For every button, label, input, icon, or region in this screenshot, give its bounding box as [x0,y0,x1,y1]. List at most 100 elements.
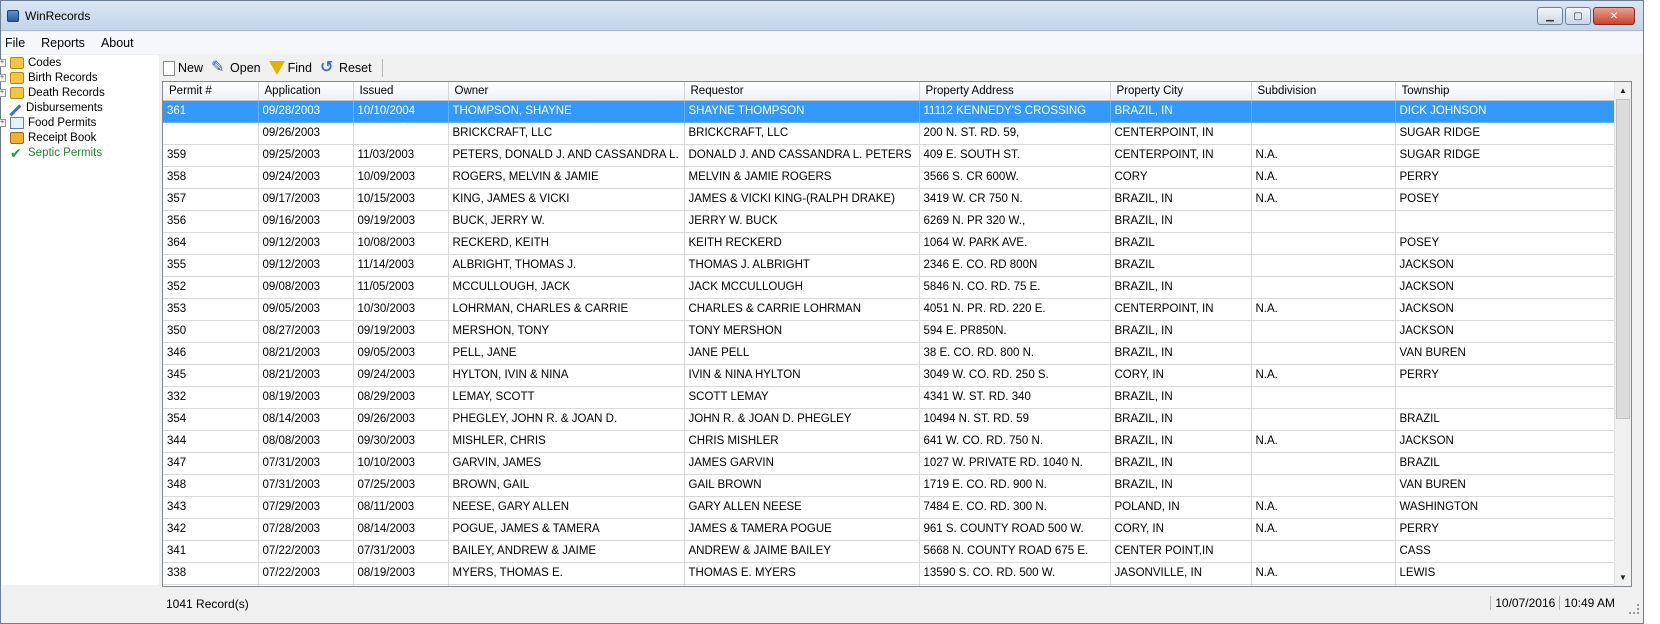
cell-property-city[interactable]: POLAND, IN [1110,496,1252,519]
cell-permit[interactable] [163,122,259,145]
cell-property-address[interactable]: 961 S. COUNTY ROAD 500 W. [919,518,1111,541]
cell-application[interactable]: 07/22/2003 [258,540,354,563]
cell-township[interactable]: JACKSON [1395,276,1616,299]
cell-requestor[interactable]: JOHN R. & JOAN D. PHEGLEY [684,408,920,431]
cell-property-address[interactable]: 641 W. CO. RD. 750 N. [919,430,1111,453]
cell-application[interactable]: 07/28/2003 [258,518,354,541]
cell-property-city[interactable]: CENTERPOINT, IN [1110,122,1252,145]
cell-property-city[interactable]: BRAZIL, IN [1110,452,1252,475]
table-row[interactable]: 350 08/27/2003 09/19/2003 MERSHON, TONY TONY… [163,320,1616,343]
title-bar[interactable]: WinRecords ▁ ▢ ✕ [1,1,1643,31]
cell-property-address[interactable]: 5668 N. COUNTY ROAD 675 E. [919,540,1111,563]
cell-issued[interactable]: 08/11/2003 [353,496,449,519]
cell-subdivision[interactable]: N.A. [1251,430,1396,453]
cell-owner[interactable]: NEESE, GARY ALLEN [448,496,685,519]
cell-requestor[interactable]: JERRY W. BUCK [684,210,920,233]
cell-township[interactable]: DICK JOHNSON [1395,100,1616,123]
cell-property-address[interactable]: 38 E. CO. RD. 800 N. [919,342,1111,365]
permits-grid[interactable]: Permit # Application Issued Owner Reques… [162,81,1632,587]
cell-property-address[interactable]: 4341 W. ST. RD. 340 [919,386,1111,409]
cell-permit[interactable]: 354 [163,408,259,431]
cell-property-city[interactable]: BRAZIL, IN [1110,584,1252,586]
tree-item-death-records[interactable]: + Death Records [0,85,105,101]
cell-subdivision[interactable] [1251,210,1396,233]
cell-owner[interactable]: BAILEY, ANDREW & JAIME [448,540,685,563]
cell-requestor[interactable]: JAMES & TAMERA POGUE [684,518,920,541]
table-row[interactable]: 355 09/12/2003 11/14/2003 ALBRIGHT, THOMAS … [163,254,1616,277]
cell-issued[interactable]: 07/25/2003 [353,474,449,497]
table-row[interactable]: 343 07/29/2003 08/11/2003 NEESE, GARY ALLEN… [163,496,1616,519]
cell-subdivision[interactable]: N.A. [1251,166,1396,189]
cell-property-address[interactable]: 594 E. PR850N. [919,320,1111,343]
cell-issued[interactable]: 09/05/2003 [353,342,449,365]
cell-property-city[interactable]: CENTER POINT,IN [1110,540,1252,563]
cell-township[interactable]: JACKSON [1395,430,1616,453]
cell-property-address[interactable]: 1719 E. CO. RD. 900 N. [919,474,1111,497]
cell-issued[interactable]: 11/03/2003 [353,144,449,167]
cell-township[interactable] [1395,210,1616,233]
cell-permit[interactable]: 340 [163,584,259,586]
cell-township[interactable]: PERRY [1395,518,1616,541]
table-row[interactable]: 356 09/16/2003 09/19/2003 BUCK, JERRY W. JER… [163,210,1616,233]
cell-owner[interactable]: ALBRIGHT, THOMAS J. [448,254,685,277]
table-row[interactable]: 357 09/17/2003 10/15/2003 KING, JAMES & VIC… [163,188,1616,211]
cell-issued[interactable]: 10/10/2003 [353,452,449,475]
cell-permit[interactable]: 343 [163,496,259,519]
cell-property-city[interactable]: BRAZIL, IN [1110,474,1252,497]
table-row[interactable]: 359 09/25/2003 11/03/2003 PETERS, DONALD J.… [163,144,1616,167]
cell-permit[interactable]: 364 [163,232,259,255]
cell-issued[interactable]: 09/26/2003 [353,408,449,431]
cell-application[interactable]: 07/29/2003 [258,496,354,519]
cell-owner[interactable]: MERSHON, TONY [448,320,685,343]
cell-township[interactable]: JACKSON [1395,320,1616,343]
cell-issued[interactable]: 09/19/2003 [353,320,449,343]
cell-property-city[interactable]: CENTERPOINT, IN [1110,298,1252,321]
cell-permit[interactable]: 353 [163,298,259,321]
cell-subdivision[interactable] [1251,320,1396,343]
cell-subdivision[interactable] [1251,254,1396,277]
cell-application[interactable]: 07/31/2003 [258,452,354,475]
menu-file[interactable]: File [1,36,35,50]
cell-requestor[interactable]: IVIN & NINA HYLTON [684,364,920,387]
cell-application[interactable]: 08/21/2003 [258,364,354,387]
cell-requestor[interactable]: SCOTT LEMAY [684,386,920,409]
cell-issued[interactable]: 08/19/2003 [353,562,449,585]
cell-requestor[interactable]: SHAYNE THOMPSON [684,100,920,123]
cell-subdivision[interactable] [1251,540,1396,563]
cell-requestor[interactable]: NORA JANE LUTZ [684,584,920,586]
cell-subdivision[interactable]: N.A. [1251,298,1396,321]
cell-owner[interactable]: HYLTON, IVIN & NINA [448,364,685,387]
cell-permit[interactable]: 342 [163,518,259,541]
cell-owner[interactable]: BROWN, GAIL [448,474,685,497]
cell-property-city[interactable]: BRAZIL, IN [1110,386,1252,409]
cell-property-city[interactable]: JASONVILLE, IN [1110,562,1252,585]
minimize-button[interactable]: ▁ [1537,7,1563,25]
tree-item-septic-permits[interactable]: ✔ Septic Permits [10,145,102,161]
cell-property-city[interactable]: BRAZIL, IN [1110,188,1252,211]
table-row[interactable]: 344 08/08/2003 09/30/2003 MISHLER, CHRIS CHR… [163,430,1616,453]
cell-township[interactable]: BRAZIL [1395,408,1616,431]
cell-subdivision[interactable] [1251,452,1396,475]
cell-application[interactable]: 09/28/2003 [258,100,354,123]
cell-owner[interactable]: LEMAY, SCOTT [448,386,685,409]
cell-requestor[interactable]: CHARLES & CARRIE LOHRMAN [684,298,920,321]
expand-icon[interactable]: + [0,119,6,127]
cell-permit[interactable]: 344 [163,430,259,453]
cell-property-city[interactable]: BRAZIL [1110,232,1252,255]
cell-property-city[interactable]: CENTERPOINT, IN [1110,144,1252,167]
cell-owner[interactable]: BRICKCRAFT, LLC [448,122,685,145]
cell-application[interactable]: 09/25/2003 [258,144,354,167]
cell-subdivision[interactable]: N.A. [1251,364,1396,387]
column-header-property-city[interactable]: Property City [1110,82,1252,101]
cell-requestor[interactable]: JAMES GARVIN [684,452,920,475]
cell-permit[interactable]: 350 [163,320,259,343]
cell-issued[interactable]: 10/15/2003 [353,188,449,211]
cell-issued[interactable] [353,122,449,145]
cell-issued[interactable]: 10/08/2003 [353,232,449,255]
table-row[interactable]: 346 08/21/2003 09/05/2003 PELL, JANE JANE PE… [163,342,1616,365]
cell-issued[interactable]: 08/13/2003 [353,584,449,586]
cell-property-city[interactable]: BRAZIL, IN [1110,408,1252,431]
cell-requestor[interactable]: THOMAS J. ALBRIGHT [684,254,920,277]
cell-permit[interactable]: 356 [163,210,259,233]
cell-application[interactable]: 08/21/2003 [258,342,354,365]
